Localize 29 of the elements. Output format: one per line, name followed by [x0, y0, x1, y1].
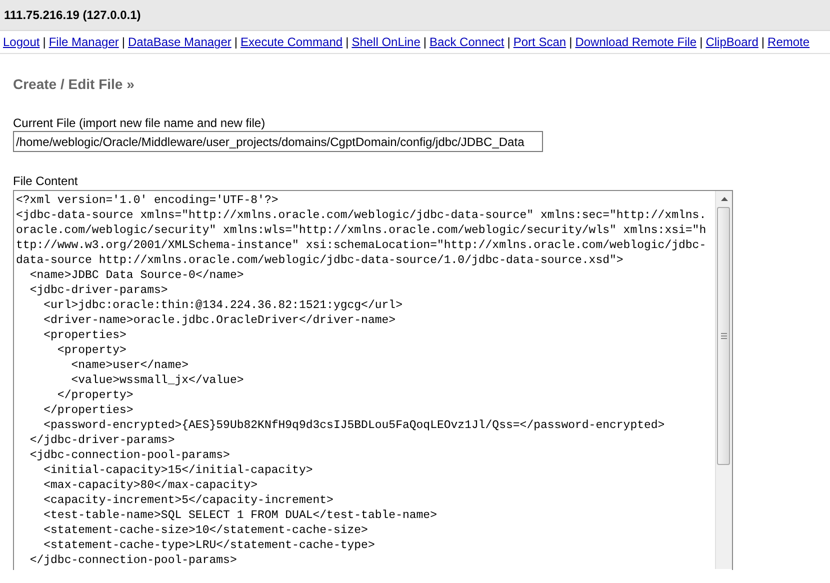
separator: | — [42, 35, 46, 49]
separator: | — [569, 35, 572, 49]
current-file-field[interactable]: /home/weblogic/Oracle/Middleware/user_projects/domains/CgptDomain/config/jdbc/JDBC_Data — [13, 131, 543, 152]
separator: | — [122, 35, 125, 49]
nav-link[interactable]: Logout — [3, 35, 40, 49]
scrollbar-thumb[interactable] — [717, 207, 730, 465]
scrollbar[interactable] — [715, 191, 732, 569]
nav-link[interactable]: Remote — [768, 35, 810, 49]
separator: | — [423, 35, 427, 49]
nav-link[interactable]: DataBase Manager — [128, 35, 232, 49]
nav-link[interactable]: Execute Command — [240, 35, 343, 49]
section-title: Create / Edit File » — [13, 76, 136, 92]
nav-link[interactable]: ClipBoard — [706, 35, 758, 49]
file-content-text: <?xml version='1.0' encoding='UTF-8'?> <jdbc-data-source xmlns="http://xmlns.oracle.com/weblogic/jdbc-data-source" xmlns:sec="http://xmlns.oracle.com/weblogic/security" xmlns:wls="http://xmlns.oracle.com/weblogic/security/wls" xmlns:xsi="http://www.w3.org/2001/XMLSchema-instance" xsi:schemaLocation="http://xmlns.oracle.com/weblogic/jdbc-data-source http://xmlns.oracle.com/weblogic/jdbc-data-source/1.0/jdbc-data-source.xsd"> <name>JDBC Data Source-0</name> <jdbc-driver-params> <url>jdbc:oracle:thin:@134.224.36.82:1521:ygcg</url> <driver-name>oracle.jdbc.OracleDriver</driver-name> <properties> <property> <name>user</name> <value>wssmall_jx</value> </property> </properties> <password-encrypted>{AES}59Ub82KNfH9q9d3csIJ5BDLou5FaQoqLEOvz1Jl/Qss=</password-encrypted> </jdbc-driver-params> <jdbc-connection-pool-params> <initial-capacity>15</initial-capacity> <max-capacity>80</max-capacity> <capacity-increment>5</capacity-increment> <test-table-name>SQL SELECT 1 FROM DUAL</test-table-name> <statement-cache-size>10</statement-cache-size> <statement-cache-type>LRU</statement-cache-type> </jdbc-connection-pool-params> — [15, 193, 708, 568]
nav-link[interactable]: Port Scan — [513, 35, 566, 49]
nav-link[interactable]: File Manager — [48, 35, 119, 49]
separator: | — [234, 35, 238, 49]
separator: | — [507, 35, 510, 49]
nav-link[interactable]: Download Remote File — [575, 35, 697, 49]
separator: | — [700, 35, 703, 49]
field-label: File Content — [13, 174, 79, 188]
nav-link[interactable]: Back Connect — [430, 35, 504, 49]
grip-icon — [720, 333, 726, 339]
nav-link[interactable]: Shell OnLine — [352, 35, 420, 49]
field-label: Current File (import new file name and new file) — [13, 116, 266, 130]
separator: | — [761, 35, 765, 49]
separator: | — [346, 35, 349, 49]
host-title: 111.75.216.19 (127.0.0.1) — [4, 8, 141, 22]
scroll-up-arrow-icon[interactable] — [721, 197, 728, 201]
